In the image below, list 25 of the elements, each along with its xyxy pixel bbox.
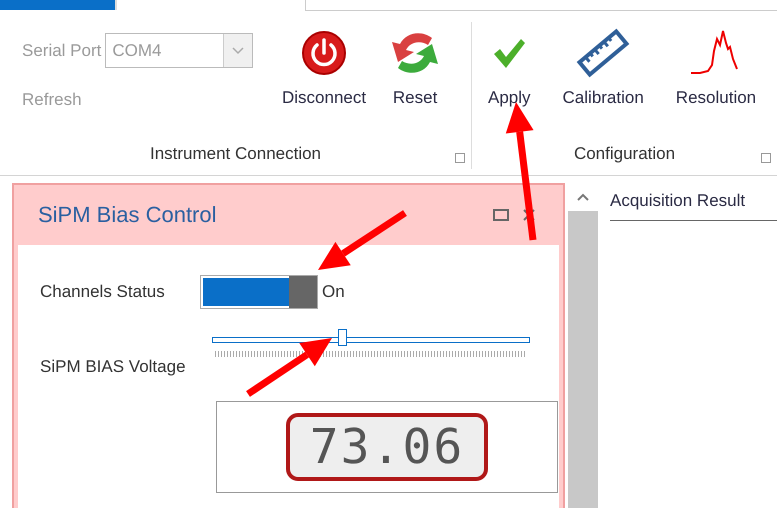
toggle-state-text: On — [322, 282, 345, 302]
serial-port-label: Serial Port — [22, 40, 102, 60]
ribbon-button[interactable]: Apply — [482, 22, 537, 139]
ribbon-button[interactable]: Calibration — [556, 22, 650, 139]
channels-status-label: Channels Status — [40, 282, 166, 302]
chevron-down-icon — [232, 46, 244, 54]
maximize-icon[interactable] — [493, 209, 509, 221]
slider-thumb[interactable] — [338, 329, 348, 346]
panel-title: SiPM Bias Control — [38, 202, 218, 228]
voltage-label: SiPM BIAS Voltage — [40, 356, 187, 377]
close-icon[interactable] — [523, 209, 535, 221]
dialog-launcher-icon[interactable] — [761, 153, 771, 163]
toggle-switch[interactable] — [200, 275, 318, 309]
scroll-up-icon[interactable] — [577, 193, 589, 201]
ribbon-button[interactable]: Disconnect — [276, 22, 372, 139]
ribbon-button[interactable]: Resolution — [670, 22, 762, 139]
ribbon-button[interactable]: Reset — [380, 22, 450, 139]
checkmark-icon — [492, 36, 526, 70]
dialog-launcher-icon[interactable] — [455, 153, 465, 163]
lcd-reading: 73.06 — [286, 413, 488, 481]
result-tab[interactable]: Acquisition Result — [610, 183, 777, 221]
power-icon — [301, 30, 348, 76]
group-label: Configuration — [574, 144, 676, 164]
slider-track[interactable] — [212, 337, 530, 343]
group-label: Instrument Connection — [150, 144, 322, 164]
